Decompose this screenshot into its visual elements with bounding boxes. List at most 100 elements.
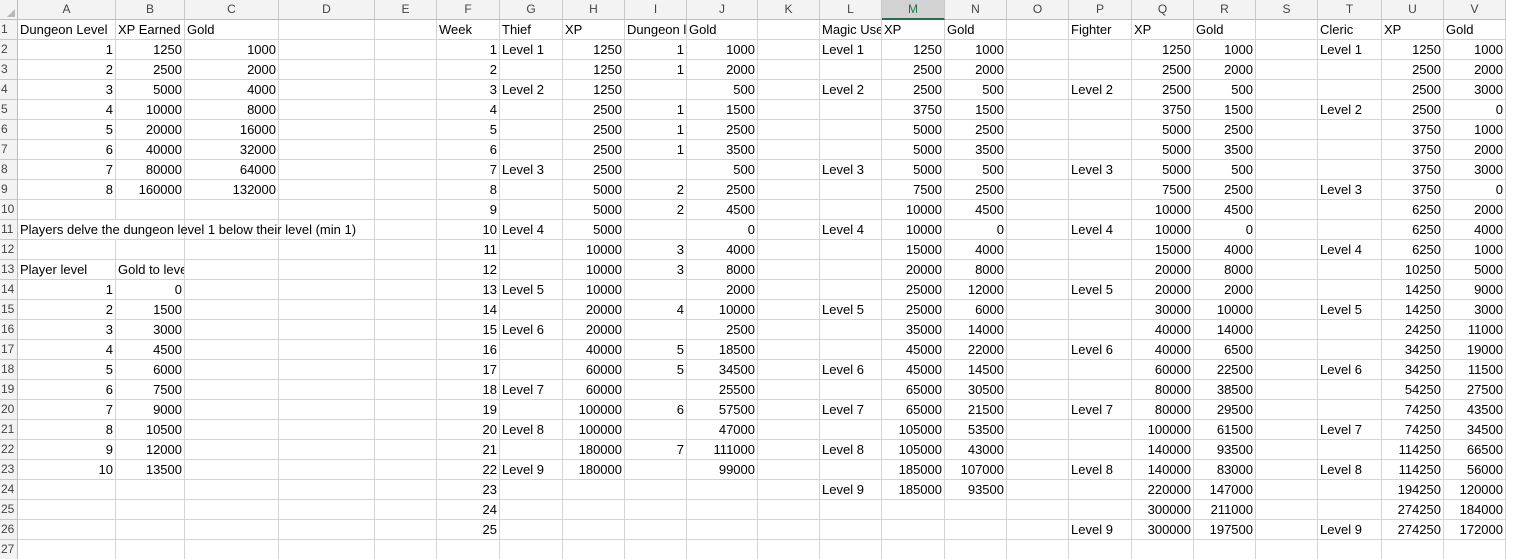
cell-j9[interactable]: 2500 — [687, 180, 758, 200]
grid-cell[interactable] — [185, 400, 279, 420]
cell-v8[interactable]: 3000 — [1444, 160, 1506, 180]
cell-m18[interactable]: 45000 — [882, 360, 945, 380]
cell-u5[interactable]: 2500 — [1382, 100, 1444, 120]
grid-cell[interactable] — [375, 200, 437, 220]
cell-q21[interactable]: 100000 — [1132, 420, 1194, 440]
grid-cell[interactable] — [1256, 380, 1318, 400]
grid-cell[interactable] — [1007, 40, 1069, 60]
cell-n2[interactable]: 1000 — [945, 40, 1007, 60]
cell-v16[interactable]: 11000 — [1444, 320, 1506, 340]
cell-m21[interactable]: 105000 — [882, 420, 945, 440]
cell-r2[interactable]: 1000 — [1194, 40, 1256, 60]
cell-m8[interactable]: 5000 — [882, 160, 945, 180]
grid-cell[interactable] — [758, 80, 820, 100]
cell-i3[interactable]: 1 — [625, 60, 687, 80]
cell-n6[interactable]: 2500 — [945, 120, 1007, 140]
cell-q12[interactable]: 15000 — [1132, 240, 1194, 260]
cell-f15[interactable]: 14 — [437, 300, 500, 320]
grid-cell[interactable] — [758, 360, 820, 380]
grid-cell[interactable] — [758, 380, 820, 400]
cell-m22[interactable]: 105000 — [882, 440, 945, 460]
cell-b18[interactable]: 6000 — [116, 360, 185, 380]
column-header-u[interactable]: U — [1382, 0, 1444, 20]
grid-cell[interactable] — [185, 340, 279, 360]
grid-cell[interactable] — [563, 500, 625, 520]
grid-cell[interactable] — [375, 460, 437, 480]
grid-cell[interactable] — [1007, 340, 1069, 360]
grid-cell[interactable] — [1256, 340, 1318, 360]
grid-cell[interactable] — [185, 260, 279, 280]
cell-f17[interactable]: 16 — [437, 340, 500, 360]
grid-cell[interactable] — [625, 500, 687, 520]
cell-f16[interactable]: 15 — [437, 320, 500, 340]
grid-cell[interactable] — [185, 420, 279, 440]
column-header-b[interactable]: B — [116, 0, 185, 20]
cell-n9[interactable]: 2500 — [945, 180, 1007, 200]
grid-cell[interactable] — [1256, 480, 1318, 500]
grid-cell[interactable] — [1069, 500, 1132, 520]
cell-l15[interactable]: Level 5 — [820, 300, 882, 320]
grid-cell[interactable] — [279, 260, 375, 280]
grid-cell[interactable] — [758, 140, 820, 160]
grid-cell[interactable] — [758, 340, 820, 360]
grid-cell[interactable] — [820, 260, 882, 280]
cell-v6[interactable]: 1000 — [1444, 120, 1506, 140]
cell-u8[interactable]: 3750 — [1382, 160, 1444, 180]
cell-u7[interactable]: 3750 — [1382, 140, 1444, 160]
grid-cell[interactable] — [687, 500, 758, 520]
grid-cell[interactable] — [1069, 420, 1132, 440]
cell-v13[interactable]: 5000 — [1444, 260, 1506, 280]
grid-cell[interactable] — [1256, 280, 1318, 300]
cell-l1[interactable]: Magic Use — [820, 20, 882, 40]
grid-cell[interactable] — [279, 460, 375, 480]
grid-cell[interactable] — [758, 440, 820, 460]
grid-cell[interactable] — [1194, 540, 1256, 559]
column-header-t[interactable]: T — [1318, 0, 1382, 20]
cell-r24[interactable]: 147000 — [1194, 480, 1256, 500]
grid-cell[interactable] — [279, 520, 375, 540]
cell-t9[interactable]: Level 3 — [1318, 180, 1382, 200]
grid-cell[interactable] — [758, 480, 820, 500]
cell-j12[interactable]: 4000 — [687, 240, 758, 260]
cell-u9[interactable]: 3750 — [1382, 180, 1444, 200]
grid-cell[interactable] — [1007, 360, 1069, 380]
row-header[interactable]: 15 — [0, 300, 18, 320]
cell-a23[interactable]: 10 — [18, 460, 116, 480]
cell-f26[interactable]: 25 — [437, 520, 500, 540]
grid-cell[interactable] — [1069, 60, 1132, 80]
grid-cell[interactable] — [500, 540, 563, 559]
grid-cell[interactable] — [18, 480, 116, 500]
grid-cell[interactable] — [1007, 260, 1069, 280]
grid-cell[interactable] — [1318, 200, 1382, 220]
cell-g19[interactable]: Level 7 — [500, 380, 563, 400]
cell-r20[interactable]: 29500 — [1194, 400, 1256, 420]
cell-u16[interactable]: 24250 — [1382, 320, 1444, 340]
grid-cell[interactable] — [1256, 180, 1318, 200]
grid-cell[interactable] — [375, 440, 437, 460]
column-header-h[interactable]: H — [563, 0, 625, 20]
cell-n4[interactable]: 500 — [945, 80, 1007, 100]
cell-j20[interactable]: 57500 — [687, 400, 758, 420]
cell-r13[interactable]: 8000 — [1194, 260, 1256, 280]
cell-j6[interactable]: 2500 — [687, 120, 758, 140]
grid-cell[interactable] — [1007, 460, 1069, 480]
grid-cell[interactable] — [1069, 440, 1132, 460]
grid-cell[interactable] — [375, 20, 437, 40]
grid-cell[interactable] — [375, 180, 437, 200]
cell-h8[interactable]: 2500 — [563, 160, 625, 180]
cell-i6[interactable]: 1 — [625, 120, 687, 140]
grid-cell[interactable] — [1318, 60, 1382, 80]
grid-cell[interactable] — [1069, 300, 1132, 320]
cell-g1[interactable]: Thief — [500, 20, 563, 40]
cell-v18[interactable]: 11500 — [1444, 360, 1506, 380]
grid-cell[interactable] — [820, 180, 882, 200]
grid-cell[interactable] — [500, 520, 563, 540]
cell-f13[interactable]: 12 — [437, 260, 500, 280]
cell-a15[interactable]: 2 — [18, 300, 116, 320]
cell-v15[interactable]: 3000 — [1444, 300, 1506, 320]
grid-cell[interactable] — [1318, 480, 1382, 500]
cell-n15[interactable]: 6000 — [945, 300, 1007, 320]
cell-p4[interactable]: Level 2 — [1069, 80, 1132, 100]
grid-cell[interactable] — [437, 540, 500, 559]
grid-cell[interactable] — [185, 540, 279, 559]
